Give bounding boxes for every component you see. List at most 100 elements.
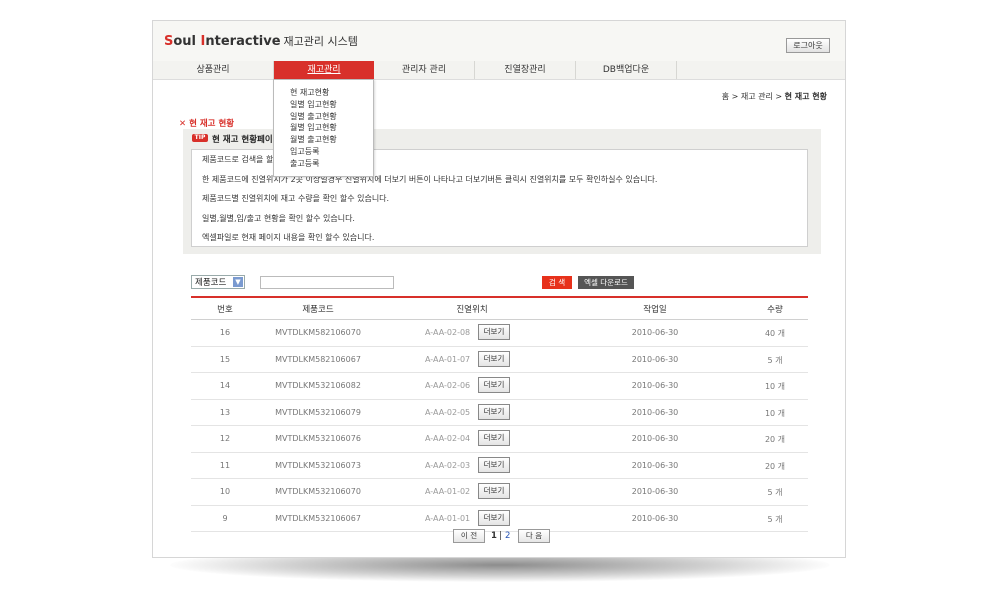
nav-item-product[interactable]: 상품관리 xyxy=(153,61,274,79)
table-row: 14 MVTDLKM532106082 A-AA-02-06 더보기 2010-06-3… xyxy=(191,373,808,400)
more-button[interactable]: 더보기 xyxy=(478,483,510,499)
breadcrumb-current: 현 재고 현황 xyxy=(784,92,827,101)
cell-code: MVTDLKM582106070 xyxy=(275,328,361,337)
header-num: 번호 xyxy=(217,305,233,315)
logo[interactable]: Soul Interactive 재고관리 시스템 xyxy=(164,33,358,49)
cell-code: MVTDLKM532106070 xyxy=(275,487,361,496)
table-row: 16 MVTDLKM582106070 A-AA-02-08 더보기 2010-06-3… xyxy=(191,320,808,347)
cell-code: MVTDLKM532106082 xyxy=(275,381,361,390)
logout-button[interactable]: 로그아웃 xyxy=(786,38,830,53)
more-button[interactable]: 더보기 xyxy=(478,456,510,473)
cell-date: 2010-06-30 xyxy=(631,354,679,364)
tip-line: 제품코드별 진열위치에 재고 수량을 확인 할수 있습니다. xyxy=(202,194,390,203)
tip-line: 일별,월별,입/출고 현황을 확인 할수 있습니다. xyxy=(202,213,355,223)
dropdown-item-in-register[interactable]: 입고등록 xyxy=(290,146,373,158)
cell-qty: 5 개 xyxy=(767,514,783,524)
cell-num: 10 xyxy=(219,487,231,496)
page-2[interactable]: 2 xyxy=(505,531,510,541)
page-separator: | xyxy=(499,531,502,541)
more-button[interactable]: 더보기 xyxy=(478,350,510,367)
cell-num: 16 xyxy=(219,328,231,337)
cell-location: A-AA-01-01 xyxy=(425,513,471,523)
cell-num: 14 xyxy=(219,381,231,390)
cell-date: 2010-06-30 xyxy=(631,407,679,417)
logo-text-soul: oul xyxy=(173,34,201,49)
dropdown-item-daily-in[interactable]: 일별 입고현황 xyxy=(290,99,373,111)
cell-date: 2010-06-30 xyxy=(631,513,679,523)
dropdown-item-monthly-in[interactable]: 월별 입고현황 xyxy=(290,122,373,134)
chevron-down-icon[interactable]: ▼ xyxy=(233,277,243,287)
more-button[interactable]: 더보기 xyxy=(478,377,510,393)
cell-qty: 5 개 xyxy=(767,355,783,365)
cell-location: A-AA-01-07 xyxy=(425,354,471,364)
dropdown-item-out-register[interactable]: 출고등록 xyxy=(290,158,373,170)
prev-page-button[interactable]: 이 전 xyxy=(453,529,485,543)
dropdown-item-daily-out[interactable]: 일별 출고현황 xyxy=(290,111,373,123)
cell-qty: 10 개 xyxy=(764,408,786,418)
more-button[interactable]: 더보기 xyxy=(478,324,510,340)
logo-subtitle: 재고관리 시스템 xyxy=(283,35,358,48)
dropdown-item-monthly-out[interactable]: 월별 출고현황 xyxy=(290,134,373,146)
nav-item-inventory[interactable]: 재고관리 xyxy=(274,61,374,79)
cell-location: A-AA-02-08 xyxy=(425,328,471,337)
cell-location: A-AA-02-03 xyxy=(425,460,471,470)
header-code: 제품코드 xyxy=(302,305,334,315)
table-row: 13 MVTDLKM532106079 A-AA-02-05 더보기 2010-06-3… xyxy=(191,400,808,426)
page-1[interactable]: 1 xyxy=(491,531,497,541)
search-button[interactable]: 검 색 xyxy=(542,276,572,289)
cell-num: 15 xyxy=(219,354,231,364)
search-input[interactable] xyxy=(260,276,394,289)
nav-item-display[interactable]: 진열장관리 xyxy=(475,61,576,79)
table-row: 11 MVTDLKM532106073 A-AA-02-03 더보기 2010-06-3… xyxy=(191,453,808,479)
table-row: 9 MVTDLKM532106067 A-AA-01-01 더보기 2010-06-30… xyxy=(191,506,808,532)
header: Soul Interactive 재고관리 시스템 로그아웃 xyxy=(153,21,845,62)
cell-date: 2010-06-30 xyxy=(631,328,679,337)
more-button[interactable]: 더보기 xyxy=(478,509,510,526)
more-button[interactable]: 더보기 xyxy=(478,430,510,446)
search-type-select[interactable]: 제품코드 ▼ xyxy=(191,275,245,289)
tip-badge: TIP xyxy=(192,134,208,142)
table-row: 15 MVTDLKM582106067 A-AA-01-07 더보기 2010-06-3… xyxy=(191,347,808,373)
cell-code: MVTDLKM582106067 xyxy=(275,354,361,364)
more-button[interactable]: 더보기 xyxy=(478,403,510,420)
cell-date: 2010-06-30 xyxy=(631,460,679,470)
cell-location: A-AA-01-02 xyxy=(425,487,471,496)
nav-item-db-backup[interactable]: DB백업다운 xyxy=(576,61,677,79)
table-header: 번호 제품코드 진열위치 작업일 수량 xyxy=(191,296,808,320)
cell-qty: 40 개 xyxy=(764,329,786,338)
cell-location: A-AA-02-06 xyxy=(425,381,471,390)
search-type-value: 제품코드 xyxy=(195,278,227,288)
cell-num: 9 xyxy=(222,513,228,523)
cell-date: 2010-06-30 xyxy=(631,487,679,496)
cell-num: 12 xyxy=(219,434,231,443)
nav-item-admin[interactable]: 관리자 관리 xyxy=(374,61,475,79)
table-row: 10 MVTDLKM532106070 A-AA-01-02 더보기 2010-06-3… xyxy=(191,479,808,506)
breadcrumb-path[interactable]: 홈 > 재고 관리 > xyxy=(722,92,785,101)
table-body: 16 MVTDLKM582106070 A-AA-02-08 더보기 2010-06-3… xyxy=(191,320,808,532)
header-date: 작업일 xyxy=(643,305,667,315)
cell-qty: 20 개 xyxy=(764,461,786,471)
cell-code: MVTDLKM532106076 xyxy=(275,434,361,443)
cell-num: 11 xyxy=(219,460,231,470)
cell-location: A-AA-02-05 xyxy=(425,407,471,417)
cell-qty: 10 개 xyxy=(764,382,786,391)
excel-download-button[interactable]: 엑셀 다운로드 xyxy=(578,276,634,289)
cell-date: 2010-06-30 xyxy=(631,434,679,443)
cell-qty: 20 개 xyxy=(764,435,786,444)
inventory-dropdown-menu: 현 재고현황 일별 입고현황 일별 출고현황 월별 입고현황 월별 출고현황 입… xyxy=(273,79,374,177)
table-row: 12 MVTDLKM532106076 A-AA-02-04 더보기 2010-06-3… xyxy=(191,426,808,453)
cell-num: 13 xyxy=(219,407,231,417)
section-title: ✕ 현 재고 현황 xyxy=(179,119,235,129)
header-qty: 수량 xyxy=(767,305,783,315)
tip-line: 엑셀파일로 현재 페이지 내용을 확인 할수 있습니다. xyxy=(202,233,375,242)
cell-date: 2010-06-30 xyxy=(631,381,679,390)
cell-code: MVTDLKM532106067 xyxy=(275,513,361,523)
app-window: Soul Interactive 재고관리 시스템 로그아웃 상품관리 재고관리 … xyxy=(152,20,846,558)
inventory-table: 번호 제품코드 진열위치 작업일 수량 16 MVTDLKM582106070 A-… xyxy=(191,296,808,532)
breadcrumb: 홈 > 재고 관리 > 현 재고 현황 xyxy=(722,91,827,102)
dropdown-item-current-stock[interactable]: 현 재고현황 xyxy=(290,87,373,99)
next-page-button[interactable]: 다 음 xyxy=(518,529,550,543)
main-nav: 상품관리 재고관리 관리자 관리 진열장관리 DB백업다운 xyxy=(153,61,845,80)
tip-title: 현 재고 현황페이 xyxy=(212,135,273,145)
logo-text-interactive: nteractive xyxy=(205,34,281,49)
